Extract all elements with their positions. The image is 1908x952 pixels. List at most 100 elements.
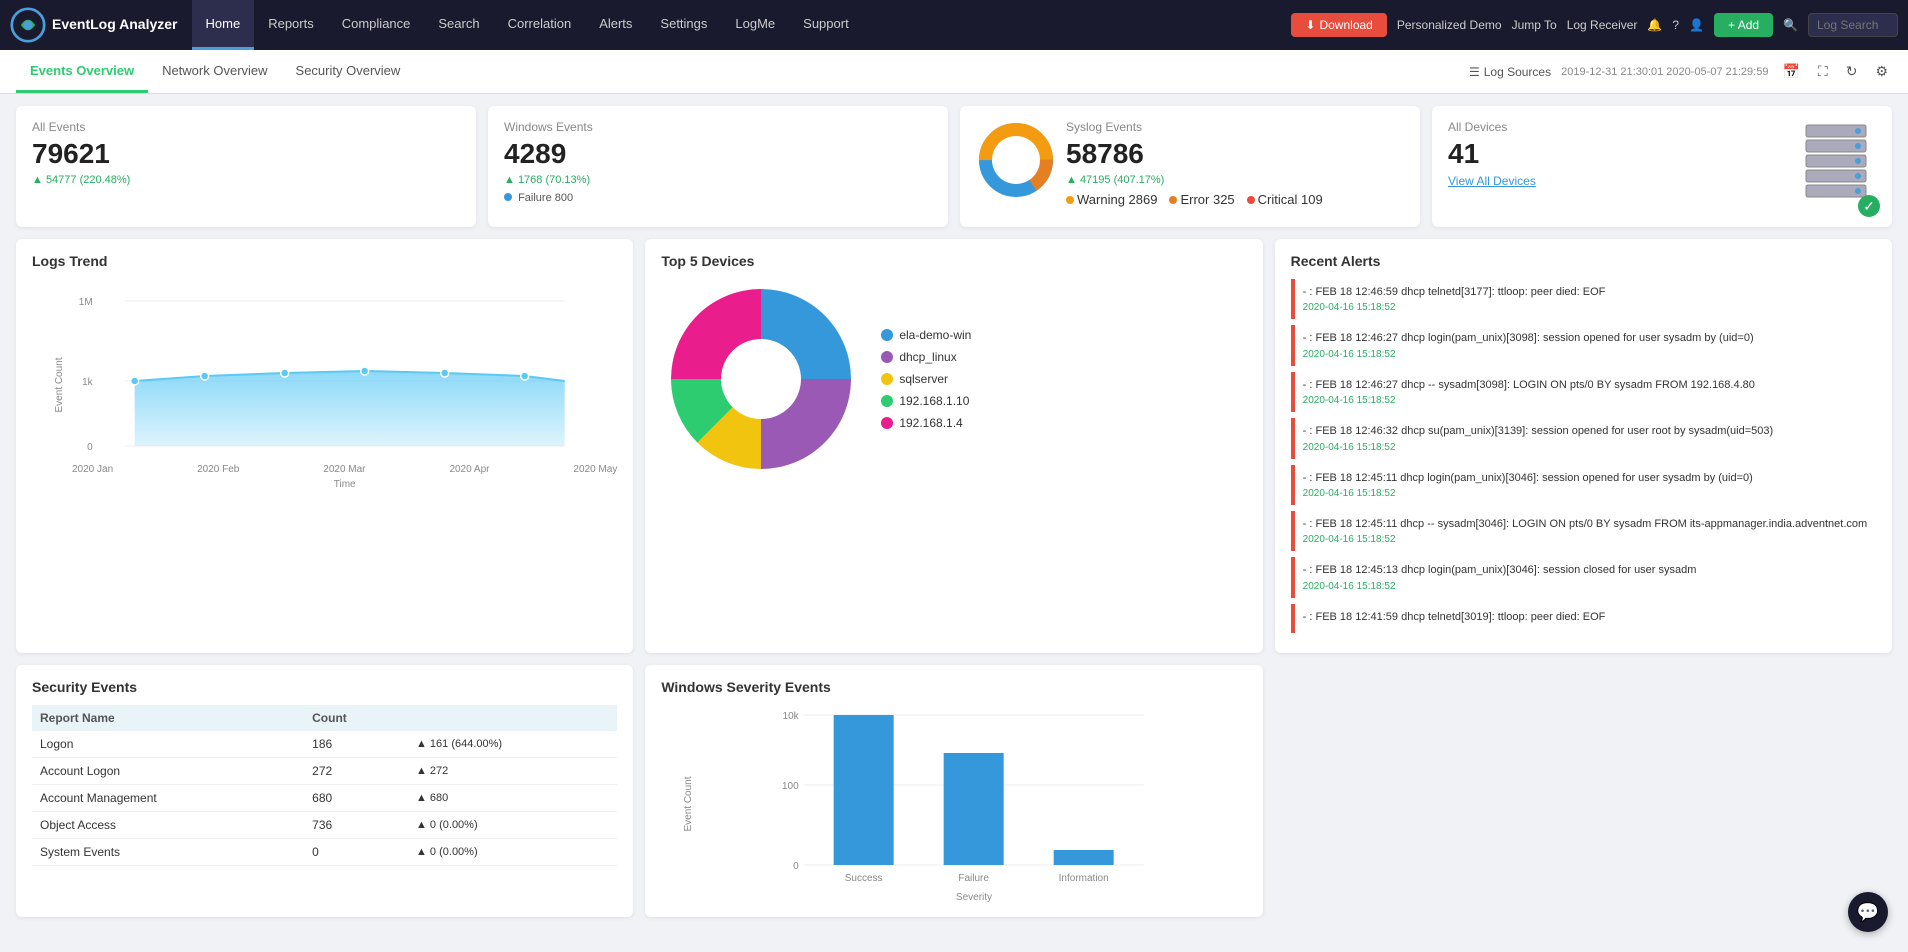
windows-failure-dot xyxy=(504,193,512,201)
top5-devices-card: Top 5 Devices xyxy=(645,239,1262,653)
alert-msg: - : FEB 18 12:46:32 dhcp su(pam_unix)[31… xyxy=(1303,424,1868,439)
date-range-label: 2019-12-31 21:30:01 2020-05-07 21:29:59 xyxy=(1561,66,1768,78)
alert-msg: - : FEB 18 12:45:13 dhcp login(pam_unix)… xyxy=(1303,563,1868,578)
legend-dhcp-linux: dhcp_linux xyxy=(881,350,971,364)
log-sources-icon: ☰ xyxy=(1469,65,1480,79)
legend-sqlserver: sqlserver xyxy=(881,372,971,386)
alert-item: - : FEB 18 12:41:59 dhcp telnetd[3019]: … xyxy=(1291,604,1876,633)
x-labels: 2020 Jan 2020 Feb 2020 Mar 2020 Apr 2020… xyxy=(72,464,617,475)
expand-icon[interactable]: ⛶ xyxy=(1814,61,1832,82)
alert-time: 2020-04-16 15:18:52 xyxy=(1303,534,1868,545)
logs-trend-chart-container: Event Count 1M 1k 0 xyxy=(32,279,617,490)
add-button[interactable]: + Add xyxy=(1714,13,1773,37)
alert-msg: - : FEB 18 12:45:11 dhcp -- sysadm[3046]… xyxy=(1303,517,1868,532)
bell-icon[interactable]: 🔔 xyxy=(1647,18,1662,32)
windows-events-value: 4289 xyxy=(504,138,932,170)
all-events-label: All Events xyxy=(32,120,460,134)
alert-msg: - : FEB 18 12:46:27 dhcp login(pam_unix)… xyxy=(1303,331,1868,346)
logo-area[interactable]: EventLog Analyzer xyxy=(10,7,178,43)
syslog-donut xyxy=(976,120,1056,203)
table-row: Account Logon 272 ▲ 272 xyxy=(32,758,617,785)
security-events-table: Report Name Count Logon 186 ▲ 161 (644.0… xyxy=(32,705,617,866)
menu-settings[interactable]: Settings xyxy=(646,0,721,50)
bottom-right-placeholder xyxy=(1275,665,1892,917)
bar-x-label: Severity xyxy=(701,892,1246,903)
alert-msg: - : FEB 18 12:46:59 dhcp telnetd[3177]: … xyxy=(1303,285,1868,300)
alert-msg: - : FEB 18 12:41:59 dhcp telnetd[3019]: … xyxy=(1303,610,1868,625)
legend-ip2: 192.168.1.4 xyxy=(881,416,971,430)
sub-nav-right: ☰ Log Sources 2019-12-31 21:30:01 2020-0… xyxy=(1469,61,1892,82)
menu-logme[interactable]: LogMe xyxy=(721,0,789,50)
pie-chart-svg xyxy=(661,279,861,479)
col-report-name: Report Name xyxy=(32,705,304,731)
help-icon[interactable]: ? xyxy=(1672,18,1679,32)
tab-security-overview[interactable]: Security Overview xyxy=(282,50,415,93)
svg-text:1k: 1k xyxy=(82,377,94,388)
alert-item: - : FEB 18 12:45:11 dhcp login(pam_unix)… xyxy=(1291,465,1876,505)
second-row: Logs Trend Event Count 1M 1k 0 xyxy=(16,239,1892,653)
personalized-demo-link[interactable]: Personalized Demo xyxy=(1397,18,1502,32)
security-events-title: Security Events xyxy=(32,679,617,695)
download-button[interactable]: ⬇ Download xyxy=(1291,13,1386,37)
windows-events-change: ▲ 1768 (70.13%) xyxy=(504,174,932,186)
logs-trend-x-label: Time xyxy=(72,479,617,490)
top5-title: Top 5 Devices xyxy=(661,253,1246,269)
log-sources-label: Log Sources xyxy=(1484,65,1551,79)
menu-compliance[interactable]: Compliance xyxy=(328,0,425,50)
menu-reports[interactable]: Reports xyxy=(254,0,328,50)
alert-msg: - : FEB 18 12:46:27 dhcp -- sysadm[3098]… xyxy=(1303,378,1868,393)
sub-navigation: Events Overview Network Overview Securit… xyxy=(0,50,1908,94)
alert-item: - : FEB 18 12:46:59 dhcp telnetd[3177]: … xyxy=(1291,279,1876,319)
svg-text:Information: Information xyxy=(1059,873,1109,884)
log-sources-button[interactable]: ☰ Log Sources xyxy=(1469,65,1551,79)
menu-home[interactable]: Home xyxy=(192,0,255,50)
logo-text: EventLog Analyzer xyxy=(52,17,178,32)
bottom-row: Security Events Report Name Count Logon … xyxy=(16,665,1892,917)
main-content: All Events 79621 ▲ 54777 (220.48%) Windo… xyxy=(0,94,1908,929)
logs-trend-title: Logs Trend xyxy=(32,253,617,269)
table-row: Object Access 736 ▲ 0 (0.00%) xyxy=(32,812,617,839)
alert-time: 2020-04-16 15:18:52 xyxy=(1303,442,1868,453)
menu-search[interactable]: Search xyxy=(424,0,493,50)
warning-dot xyxy=(1066,196,1074,204)
main-menu: Home Reports Compliance Search Correlati… xyxy=(192,0,863,50)
calendar-icon[interactable]: 📅 xyxy=(1778,61,1803,82)
server-graphic: ✓ xyxy=(1796,120,1876,213)
search-icon[interactable]: 🔍 xyxy=(1783,18,1798,32)
error-dot xyxy=(1169,196,1177,204)
legend-ela-demo-win: ela-demo-win xyxy=(881,328,971,342)
svg-text:Failure: Failure xyxy=(959,873,990,884)
alert-time: 2020-04-16 15:18:52 xyxy=(1303,349,1868,360)
svg-text:Success: Success xyxy=(845,873,883,884)
alert-item: - : FEB 18 12:46:27 dhcp -- sysadm[3098]… xyxy=(1291,372,1876,412)
legend-dot-green xyxy=(881,395,893,407)
jump-to-link[interactable]: Jump To xyxy=(1512,18,1557,32)
view-all-devices-link[interactable]: View All Devices xyxy=(1448,174,1786,188)
table-row: Logon 186 ▲ 161 (644.00%) xyxy=(32,731,617,758)
col-count: Count xyxy=(304,705,408,731)
log-receiver-link[interactable]: Log Receiver xyxy=(1567,18,1638,32)
menu-alerts[interactable]: Alerts xyxy=(585,0,646,50)
syslog-label: Syslog Events xyxy=(1066,120,1323,134)
menu-support[interactable]: Support xyxy=(789,0,863,50)
device-status-badge: ✓ xyxy=(1858,195,1880,217)
settings-icon[interactable]: ⚙ xyxy=(1871,61,1892,82)
logs-trend-svg: 1M 1k 0 xyxy=(72,281,617,461)
search-input[interactable] xyxy=(1808,13,1898,37)
menu-correlation[interactable]: Correlation xyxy=(494,0,586,50)
tab-network-overview[interactable]: Network Overview xyxy=(148,50,281,93)
recent-alerts-title: Recent Alerts xyxy=(1291,253,1876,269)
windows-events-card: Windows Events 4289 ▲ 1768 (70.13%) Fail… xyxy=(488,106,948,227)
refresh-icon[interactable]: ↻ xyxy=(1842,61,1862,82)
tab-events-overview[interactable]: Events Overview xyxy=(16,50,148,93)
syslog-value: 58786 xyxy=(1066,138,1323,170)
alert-msg: - : FEB 18 12:45:11 dhcp login(pam_unix)… xyxy=(1303,471,1868,486)
pie-legend: ela-demo-win dhcp_linux sqlserver 192.16… xyxy=(881,328,971,430)
legend-dot-blue xyxy=(881,329,893,341)
devices-info: All Devices 41 View All Devices xyxy=(1448,120,1786,188)
chat-bubble[interactable]: 💬 xyxy=(1848,892,1888,932)
bar-chart-container: Event Count 10k 100 0 xyxy=(661,705,1246,903)
alert-item: - : FEB 18 12:46:32 dhcp su(pam_unix)[31… xyxy=(1291,418,1876,458)
user-icon[interactable]: 👤 xyxy=(1689,18,1704,32)
all-events-card: All Events 79621 ▲ 54777 (220.48%) xyxy=(16,106,476,227)
